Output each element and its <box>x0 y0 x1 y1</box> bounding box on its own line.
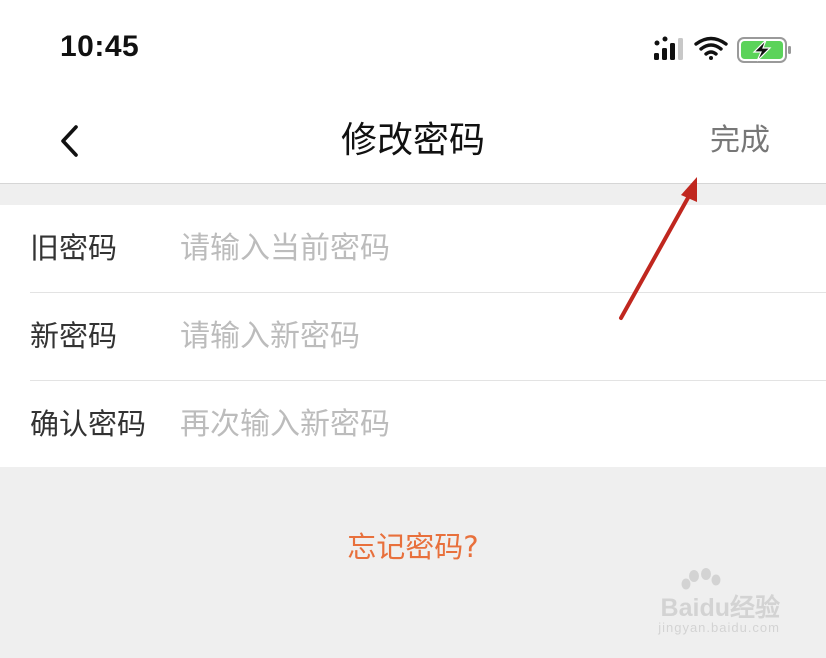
old-password-input[interactable] <box>180 225 780 271</box>
new-password-input[interactable] <box>180 313 780 359</box>
status-bar: 10:45 <box>0 0 826 98</box>
signal-icon <box>654 36 683 60</box>
password-form: 旧密码 新密码 确认密码 <box>0 205 826 467</box>
confirm-password-label: 确认密码 <box>30 407 147 441</box>
watermark-url: jingyan.baidu.com <box>658 620 780 635</box>
baidu-jingyan-watermark: Baidu经验 jingyan.baidu.com <box>630 568 780 644</box>
new-password-row: 新密码 <box>30 293 826 381</box>
done-button[interactable]: 完成 <box>710 120 770 162</box>
status-icons <box>654 34 796 66</box>
wifi-icon <box>694 36 728 60</box>
old-password-row: 旧密码 <box>30 205 826 293</box>
page-title: 修改密码 <box>340 120 485 161</box>
forgot-password-link[interactable]: 忘记密码? <box>0 524 826 566</box>
confirm-password-input[interactable] <box>180 401 780 447</box>
confirm-password-row: 确认密码 <box>30 381 826 468</box>
battery-charging-icon <box>737 37 791 63</box>
status-time: 10:45 <box>60 30 140 63</box>
watermark-brand: Baidu经验 <box>660 594 780 622</box>
new-password-label: 新密码 <box>30 319 118 353</box>
paw-logo-icon <box>681 568 721 590</box>
old-password-label: 旧密码 <box>30 231 118 265</box>
nav-bar: 修改密码 完成 <box>0 98 826 184</box>
